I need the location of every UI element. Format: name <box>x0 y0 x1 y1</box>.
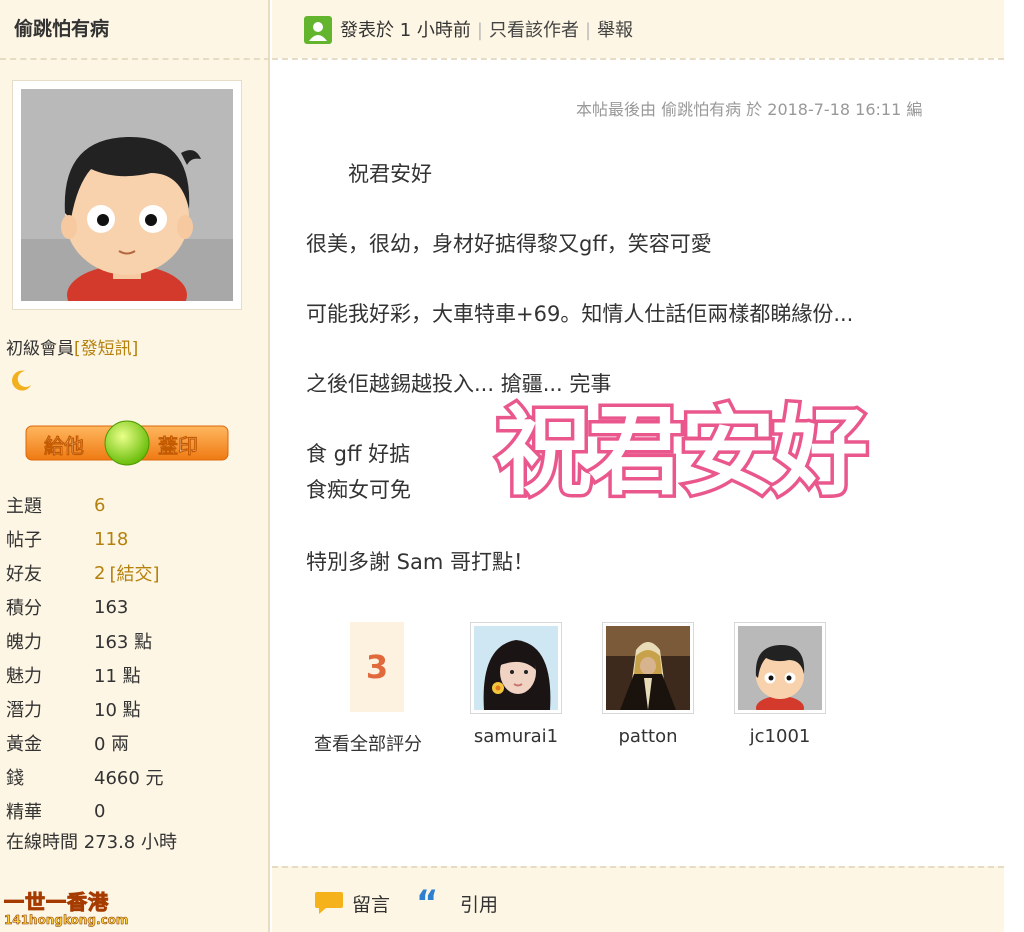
comment-button[interactable]: 留言 <box>352 890 390 917</box>
post-header: 發表於 1 小時前 | 只看該作者 | 舉報 <box>272 0 1004 60</box>
stat-digest: 精華 0 <box>6 794 266 828</box>
stat-label: 積分 <box>6 598 42 619</box>
stat-label: 帖子 <box>6 530 42 551</box>
logo-text: 一世一香港 <box>4 890 109 915</box>
stat-value[interactable]: 6 <box>94 495 105 516</box>
stat-money: 錢 4660 元 <box>6 760 266 794</box>
stamp-button[interactable]: 給他 蓋印 <box>24 420 230 466</box>
site-logo: 一世一香港 141hongkong.com <box>4 886 129 932</box>
post-line: 食 gff 好掂 <box>306 442 411 466</box>
stat-posts: 帖子 118 <box>6 522 266 556</box>
stat-value: 0 <box>94 800 106 822</box>
post-footer: 留言 “ 引用 <box>272 866 1004 932</box>
view-author-link[interactable]: 只看該作者 <box>489 20 579 41</box>
stat-label: 魄力 <box>6 632 42 653</box>
rater-photo <box>606 626 690 710</box>
right-margin <box>1004 0 1024 932</box>
stat-topics: 主題 6 <box>6 488 266 522</box>
moon-icon <box>12 370 32 391</box>
rater-avatar[interactable] <box>470 622 562 714</box>
edit-note: 本帖最後由 偷跳怕有病 於 2018-7-18 16:11 編 <box>576 100 923 119</box>
stat-points: 積分 163 <box>6 590 266 624</box>
add-friend-link[interactable]: [結交] <box>109 560 159 586</box>
post-time: 發表於 1 小時前 <box>340 20 471 41</box>
rater-avatar[interactable] <box>734 622 826 714</box>
user-icon <box>304 16 332 44</box>
rating-count: 3 <box>350 622 404 712</box>
rater[interactable]: patton <box>600 622 696 747</box>
stat-value: 163 點 <box>94 632 153 653</box>
stamp-right-label: 蓋印 <box>158 434 199 459</box>
user-stats: 主題 6 帖子 118 好友 2 [結交] 積分 163 魄力 163 點 魅力… <box>6 488 266 828</box>
stat-label: 好友 <box>6 564 42 585</box>
post-line: 很美，很幼，身材好掂得黎又gff，笑容可愛 <box>306 232 712 256</box>
divider <box>272 58 1004 60</box>
stat-label: 黃金 <box>6 734 42 755</box>
rater[interactable]: jc1001 <box>732 622 828 747</box>
stat-value: 0 兩 <box>94 734 130 755</box>
stat-label: 精華 <box>6 802 42 823</box>
view-all-ratings-link[interactable]: 查看全部評分 <box>314 730 422 756</box>
stamp-left-label: 給他 <box>44 434 85 459</box>
stat-value: 4660 元 <box>94 768 164 789</box>
avatar[interactable] <box>12 80 242 310</box>
stat-value[interactable]: 2 <box>94 563 105 584</box>
separator: | <box>584 20 592 41</box>
rater-name[interactable]: samurai1 <box>468 726 564 747</box>
stat-value: 11 點 <box>94 666 141 687</box>
rater-name[interactable]: jc1001 <box>732 726 828 747</box>
separator: | <box>476 20 483 41</box>
divider <box>0 58 270 60</box>
stamp-sticker-text: 祝君安好 <box>493 396 872 508</box>
rank-label: 初級會員 <box>6 339 74 359</box>
stat-charm: 魅力 11 點 <box>6 658 266 692</box>
online-time: 在線時間 273.8 小時 <box>6 832 177 853</box>
rater[interactable]: samurai1 <box>468 622 564 747</box>
rater-avatar[interactable] <box>602 622 694 714</box>
quote-icon[interactable]: “ <box>416 886 438 920</box>
stat-potential: 潛力 10 點 <box>6 692 266 726</box>
send-pm-link[interactable]: [發短訊] <box>74 339 138 359</box>
username[interactable]: 偷跳怕有病 <box>14 14 109 41</box>
stat-label: 魅力 <box>6 666 42 687</box>
stat-label: 錢 <box>6 768 24 789</box>
post-line: 可能我好彩，大車特車+69。知情人仕話佢兩樣都睇緣份... <box>306 302 854 326</box>
comment-icon[interactable] <box>314 890 344 916</box>
user-rank: 初級會員[發短訊] <box>6 334 138 359</box>
report-link[interactable]: 舉報 <box>597 20 633 41</box>
stat-label: 潛力 <box>6 700 42 721</box>
post-line: 之後佢越錫越投入... 搶疆... 完事 <box>306 372 612 396</box>
stat-value[interactable]: 118 <box>94 529 128 550</box>
post-line: 特別多謝 Sam 哥打點！ <box>306 550 535 574</box>
stat-courage: 魄力 163 點 <box>6 624 266 658</box>
stat-friends: 好友 2 [結交] <box>6 556 266 590</box>
stat-label: 主題 <box>6 496 42 517</box>
rater-name[interactable]: patton <box>600 726 696 747</box>
post-line: 食痴女可免 <box>306 478 411 502</box>
post-meta: 發表於 1 小時前 | 只看該作者 | 舉報 <box>340 16 633 42</box>
stat-value: 163 <box>94 596 129 618</box>
post-line: 祝君安好 <box>348 162 432 186</box>
rater-photo <box>738 626 822 710</box>
user-sidebar: 偷跳怕有病 初級會員[發短訊] 給他 蓋印 主題 6 帖子 118 好友 2 [… <box>0 0 270 932</box>
rater-photo <box>474 626 558 710</box>
stat-gold: 黃金 0 兩 <box>6 726 266 760</box>
quote-button[interactable]: 引用 <box>460 890 498 917</box>
stat-value: 10 點 <box>94 700 141 721</box>
avatar-image <box>21 89 233 301</box>
logo-domain: 141hongkong.com <box>4 913 129 928</box>
